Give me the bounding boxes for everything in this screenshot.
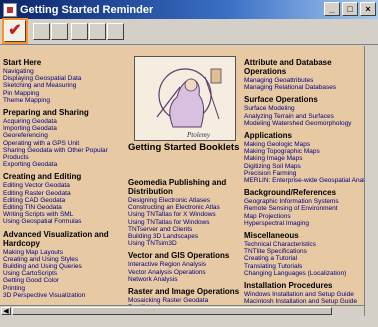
booklet-link[interactable]: Theme Mapping bbox=[3, 97, 123, 104]
ptolemy-illustration: Ptolemy bbox=[135, 57, 235, 140]
booklet-link[interactable]: Editing CAD Geodata bbox=[3, 197, 123, 204]
section-heading: Vector and GIS Operations bbox=[128, 251, 230, 261]
close-button[interactable]: × bbox=[360, 2, 376, 16]
content-area: Start Here Navigating Displaying Geospatia… bbox=[0, 46, 364, 316]
booklet-link[interactable]: Surface Modeling bbox=[244, 105, 364, 112]
cover-caption: Ptolemy bbox=[186, 131, 211, 139]
section-heading: Miscellaneous bbox=[244, 231, 299, 241]
booklet-link[interactable]: Making Geologic Maps bbox=[244, 141, 364, 148]
section-heading: Preparing and Sharing bbox=[3, 108, 89, 118]
booklet-link[interactable]: Acquiring Geodata bbox=[3, 118, 123, 125]
booklet-link[interactable]: MERLIN: Enterprise-wide Geospatial Analy… bbox=[244, 177, 364, 184]
booklet-link[interactable]: Vector Analysis Operations bbox=[128, 269, 246, 276]
toolbar: ✔ bbox=[0, 19, 378, 45]
booklet-link[interactable]: Creating and Using Styles bbox=[3, 256, 123, 263]
booklet-link[interactable]: Editing Raster Geodata bbox=[3, 190, 123, 197]
booklet-link[interactable]: Map Projections bbox=[244, 213, 364, 220]
booklet-link[interactable]: Getting Good Color bbox=[3, 277, 123, 284]
booklet-cover-image[interactable]: Ptolemy bbox=[134, 56, 236, 141]
booklet-link[interactable]: Georeferencing bbox=[3, 132, 123, 139]
section-heading: Installation Procedures bbox=[244, 281, 333, 291]
booklet-link[interactable]: Modeling Watershed Geomorphology bbox=[244, 120, 364, 127]
booklet-link[interactable]: 3D Perspective Visualization bbox=[3, 292, 123, 299]
dropdown-icon[interactable] bbox=[107, 23, 124, 40]
booklet-link[interactable]: TNTserver and Clients bbox=[128, 226, 246, 233]
section-heading: Creating and Editing bbox=[3, 172, 82, 182]
window-title: Getting Started Reminder bbox=[20, 3, 154, 16]
section-heading: Applications bbox=[244, 131, 293, 141]
booklet-link[interactable]: Building 3D Landscapes bbox=[128, 233, 246, 240]
booklet-link[interactable]: Digitizing Soil Maps bbox=[244, 163, 364, 170]
booklet-link[interactable]: Remote Sensing of Environment bbox=[244, 205, 364, 212]
left-column: Start Here Navigating Displaying Geospatia… bbox=[3, 54, 123, 299]
minimize-button[interactable]: _ bbox=[324, 2, 340, 16]
booklet-link[interactable]: Navigating bbox=[3, 68, 123, 75]
booklet-link[interactable]: Using Geospatial Formulas bbox=[3, 218, 123, 225]
booklet-link[interactable]: Managing Relational Databases bbox=[244, 84, 364, 91]
app-icon bbox=[3, 2, 17, 17]
booklet-link[interactable]: Translating Tutorials bbox=[244, 263, 364, 270]
booklet-link[interactable]: Writing Scripts with SML bbox=[3, 211, 123, 218]
scroll-left-icon[interactable]: ◀ bbox=[1, 307, 11, 315]
booklet-link[interactable]: Hyperspectral Imaging bbox=[244, 220, 364, 227]
section-heading: Advanced Visualization and Hardcopy bbox=[3, 229, 109, 248]
booklet-link[interactable]: Importing Geodata bbox=[3, 125, 123, 132]
booklet-link[interactable]: TNTlite Specifications bbox=[244, 248, 364, 255]
booklet-link[interactable]: Building and Using Queries bbox=[3, 263, 123, 270]
booklet-link[interactable]: Mosaicking Raster Geodata bbox=[128, 297, 246, 304]
title-bar[interactable]: Getting Started Reminder _ □ × bbox=[0, 0, 378, 19]
booklet-link[interactable]: Geographic Information Systems bbox=[244, 198, 364, 205]
app-window: Getting Started Reminder _ □ × ✔ Start H… bbox=[0, 0, 378, 327]
section-heading: Surface Operations bbox=[244, 95, 318, 105]
window-controls: _ □ × bbox=[324, 2, 376, 16]
section-heading: Attribute and Database Operations bbox=[244, 58, 332, 76]
booklet-link[interactable]: Precision Farming bbox=[244, 170, 364, 177]
booklet-link[interactable]: Sketching and Measuring bbox=[3, 82, 123, 89]
section-heading: Start Here bbox=[3, 58, 42, 67]
booklet-link[interactable]: Constructing an Electronic Atlas bbox=[128, 204, 246, 211]
right-column: Attribute and Database Operations Managin… bbox=[244, 54, 364, 305]
stop-icon[interactable] bbox=[51, 23, 68, 40]
booklet-link[interactable]: Editing Vector Geodata bbox=[3, 182, 123, 189]
booklet-link[interactable]: Making Image Maps bbox=[244, 155, 364, 162]
booklet-link[interactable]: Managing Geoattributes bbox=[244, 77, 364, 84]
section-heading: Background/References bbox=[244, 188, 337, 198]
booklet-link[interactable]: Printing bbox=[3, 285, 123, 292]
back-icon[interactable] bbox=[33, 23, 50, 40]
booklet-link[interactable]: Interactive Region Analysis bbox=[128, 261, 246, 268]
booklet-link[interactable]: Editing TIN Geodata bbox=[3, 204, 123, 211]
font-size-down-icon[interactable] bbox=[89, 23, 106, 40]
booklet-link[interactable]: Exporting Geodata bbox=[3, 161, 123, 168]
horizontal-scrollbar[interactable]: ◀ bbox=[0, 305, 364, 316]
booklet-link[interactable]: Windows Installation and Setup Guide bbox=[244, 291, 364, 298]
booklet-link[interactable]: Changing Languages (Localization) bbox=[244, 270, 364, 277]
booklet-link[interactable]: Analyzing Terrain and Surfaces bbox=[244, 113, 364, 120]
booklets-title: Getting Started Booklets bbox=[128, 142, 240, 153]
booklet-link[interactable]: Displaying Geospatial Data bbox=[3, 75, 123, 82]
booklet-link[interactable]: Designing Electronic Atlases bbox=[128, 197, 246, 204]
booklet-link[interactable]: Using TNTsim3D bbox=[128, 240, 246, 247]
section-heading: Raster and Image Operations bbox=[128, 287, 240, 297]
font-size-up-icon[interactable] bbox=[71, 23, 88, 40]
maximize-button[interactable]: □ bbox=[342, 2, 358, 16]
booklet-link[interactable]: Using TNTatlas for X Windows bbox=[128, 211, 246, 218]
booklet-link[interactable]: Making Topographic Maps bbox=[244, 148, 364, 155]
horizontal-scroll-thumb[interactable] bbox=[12, 307, 332, 315]
vertical-scrollbar[interactable] bbox=[364, 46, 378, 316]
middle-column: Geomedia Publishing and Distribution Desi… bbox=[128, 174, 246, 316]
booklet-link[interactable]: Operating with a GPS Unit bbox=[3, 140, 123, 147]
booklet-link[interactable]: Technical Characteristics bbox=[244, 241, 364, 248]
section-heading: Geomedia Publishing and Distribution bbox=[128, 178, 227, 196]
checkmark-icon[interactable]: ✔ bbox=[4, 20, 26, 42]
booklet-link[interactable]: Using CartoScripts bbox=[3, 270, 123, 277]
booklet-link[interactable]: Using TNTatlas for Windows bbox=[128, 219, 246, 226]
booklet-link[interactable]: Network Analysis bbox=[128, 276, 246, 283]
booklet-link[interactable]: Creating a Tutorial bbox=[244, 255, 364, 262]
booklet-link[interactable]: Products bbox=[3, 154, 123, 161]
booklet-link[interactable]: Making Map Layouts bbox=[3, 249, 123, 256]
booklet-link[interactable]: Sharing Geodata with Other Popular bbox=[3, 147, 123, 154]
booklet-link[interactable]: Pin Mapping bbox=[3, 90, 123, 97]
